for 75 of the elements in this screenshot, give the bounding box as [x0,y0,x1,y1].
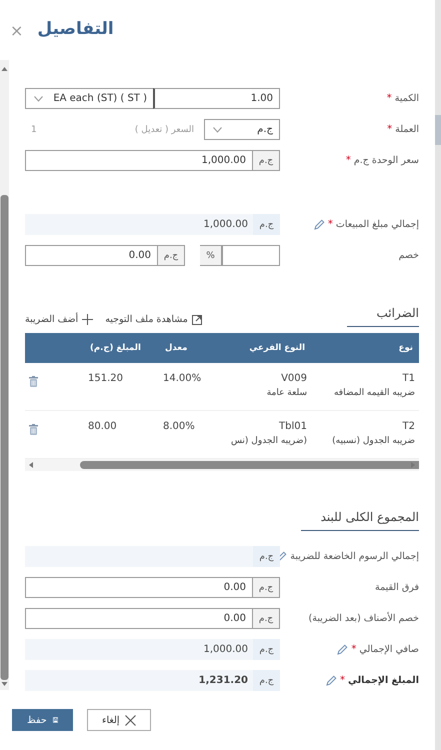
currency-addon: ج.م [253,214,280,235]
column-header[interactable]: النوع الفرعي [219,333,311,363]
table-cell-text: (ضريبه الجدول (نس [230,435,307,448]
field-label: فرق القيمة [375,582,419,593]
cancel-button[interactable]: إلغاء [87,709,152,731]
required-mark: * [387,124,392,135]
quantity-input[interactable]: 1.00 [153,88,280,109]
close-icon [125,714,136,726]
field-label: خصم الأصناف (بعد الضريبة) [308,613,419,624]
pencil-icon[interactable] [314,219,325,230]
field-label: المبلغ الإجمالي [348,675,419,686]
trash-icon[interactable] [29,376,38,387]
rate-label: السعر ( تعديل ) [134,124,194,136]
column-header[interactable]: نوع [311,333,419,363]
required-mark: * [386,93,392,104]
chevron-icon [34,96,43,102]
required-mark: * [346,155,351,166]
scrollbar[interactable] [25,459,419,471]
currency-dropdown[interactable]: ج.م [204,119,280,140]
field-label: سعر الوحدة ج.م [354,155,419,166]
field-value: 1,000.00 [203,219,248,230]
action-link[interactable]: أضف الضريبة [25,314,94,325]
table-cell-text: Tbl01 [278,420,307,434]
amount-input[interactable]: 1,000.00 [25,150,253,171]
scrollbar[interactable] [0,60,9,690]
field-label: خصم [398,250,419,261]
table-cell-text: V009 [280,372,307,386]
percent-addon: % [200,245,222,266]
currency-addon: ج.م [253,639,280,660]
field-value: 1,000.00 [203,644,248,655]
discount-input[interactable]: 0.00 [25,245,158,266]
table-cell-text: ضريبه الجدول (نسبيه) [331,435,415,448]
required-mark: * [328,219,333,230]
column-header[interactable]: المبلغ (ج.م) [84,333,159,363]
external-link-icon [192,314,202,324]
section-title: الضرائب [346,306,419,327]
currency-addon: ج.م [253,150,280,171]
column-header[interactable]: معدل [159,333,219,363]
section-title: المجموع الكلى للبند [300,510,419,531]
field-label: الكمية [394,93,419,104]
pencil-icon[interactable] [337,644,348,655]
table-cell: 151.20 [88,373,123,384]
currency-addon: ج.م [253,608,280,629]
scrollbar[interactable] [435,0,441,750]
plus-icon [82,314,94,325]
unit-dropdown[interactable]: EA each (ST) ( ST ) [25,88,153,109]
trash-icon[interactable] [29,424,38,435]
percent-input[interactable] [222,245,280,266]
currency-addon: ج.م [253,546,280,567]
field-label: العملة [395,124,419,135]
table-cell: 14.00% [163,373,202,384]
field-label: صافي الإجمالي [359,644,419,655]
chevron-icon [213,126,222,132]
panel-title: التفاصيل [37,19,114,41]
table-cell-text: سلعة عامة [266,387,307,400]
table-cell-text: T1 [402,372,415,386]
amount-input[interactable]: 0.00 [25,577,253,598]
table-cell-text: T2 [402,420,415,434]
required-mark: * [340,675,345,686]
save-button[interactable]: حفظ [12,709,73,731]
amount-input[interactable]: 0.00 [25,608,253,629]
required-mark: * [351,644,356,655]
rate-value: 1 [31,124,37,136]
table-cell: 80.00 [88,421,117,432]
table-cell-text: ضريبه القيمه المضافه [332,387,415,400]
action-link[interactable]: مشاهدة ملف التوجيه [105,314,202,325]
field-value: 1,231.20 [198,675,248,686]
currency-addon: ج.م [158,245,185,266]
pencil-icon[interactable] [326,675,337,686]
field-label: إجمالي الرسوم الخاضعة للضريبة [290,551,419,562]
table-cell: 8.00% [163,421,195,432]
currency-addon: ج.م [253,577,280,598]
field-label: إجمالي مبلغ المبيعات [336,219,419,230]
currency-addon: ج.م [253,670,280,691]
save-icon [52,715,58,725]
